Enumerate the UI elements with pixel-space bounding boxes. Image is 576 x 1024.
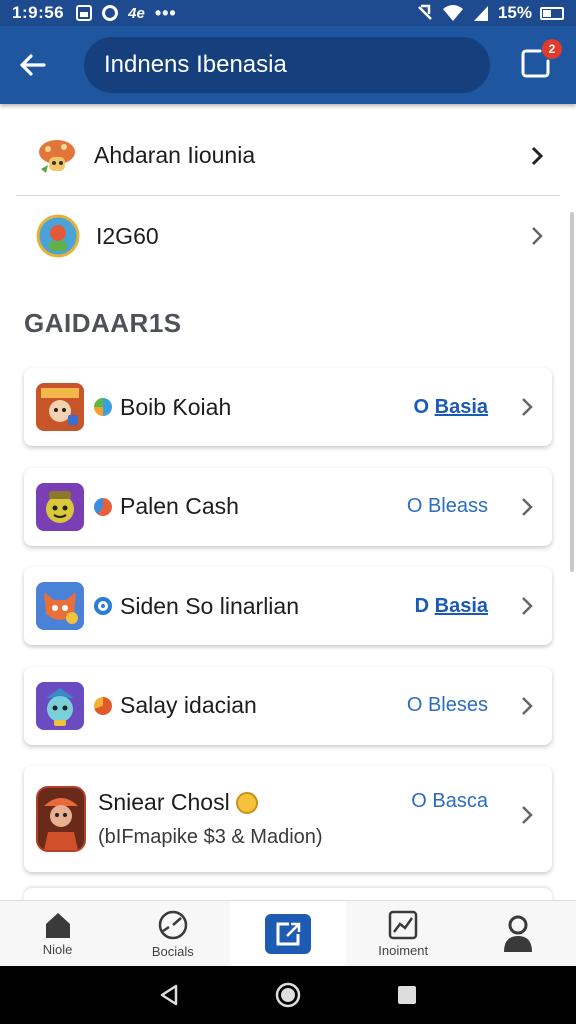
card-text-stack: Sniear Chosl (bIFmapike $3 & Madion)	[98, 789, 323, 849]
status-time: 1:9:56	[12, 3, 65, 22]
mute-icon	[418, 4, 432, 20]
mushroom-icon	[39, 139, 75, 173]
character-face-icon	[46, 687, 74, 726]
signal-icon	[473, 6, 488, 21]
system-recents-icon[interactable]	[396, 984, 418, 1006]
search-text: Indnens Ibenasia	[104, 51, 287, 78]
profile-icon	[504, 915, 533, 952]
system-back-icon[interactable]	[158, 983, 180, 1007]
back-button[interactable]	[0, 26, 64, 104]
list-item[interactable]: Palen Cash O Bleass	[24, 467, 552, 546]
app-notification-icon: 4e	[128, 4, 145, 22]
chevron-right-icon	[531, 146, 544, 165]
card-status-link[interactable]: O Basia	[414, 396, 489, 419]
nav-label: Bocials	[151, 943, 194, 959]
status-link-text: Basia	[434, 594, 488, 617]
system-nav-bar	[0, 966, 576, 1024]
nav-inoiment[interactable]: Inoiment	[346, 901, 461, 966]
nav-label: Inoiment	[378, 942, 429, 958]
status-dot-icon	[94, 597, 112, 615]
nav-bocials[interactable]: Bocials	[115, 901, 230, 966]
card-name: Salay idacian	[120, 692, 257, 718]
chevron-right-icon	[522, 398, 533, 416]
nav-profile[interactable]	[461, 901, 576, 966]
nav-share[interactable]	[230, 901, 346, 966]
top-list-label: I2G60	[96, 222, 159, 249]
list-item[interactable]: Siden So linarlian D Basia	[24, 567, 552, 645]
status-dot-icon	[94, 696, 112, 715]
top-list-item[interactable]: I2G60	[16, 196, 560, 276]
top-list-label: Ahdaran Iiounia	[94, 142, 256, 168]
chevron-right-icon	[522, 696, 533, 715]
status-system-icons: 15%	[416, 3, 564, 23]
more-notifications-icon: •••	[154, 2, 177, 23]
app-bar: Indnens Ibenasia 2	[0, 26, 576, 104]
scrollbar[interactable]	[570, 212, 574, 572]
chevron-right-icon	[532, 227, 543, 245]
card-name-row: Sniear Chosl	[98, 789, 323, 816]
back-arrow-icon	[20, 54, 46, 76]
card-status-link[interactable]: D Basia	[415, 595, 488, 618]
card-name: Palen Cash	[120, 493, 239, 519]
card-list: Boib Ƙoiah O Basia Palen Cash O Bleass S…	[24, 368, 552, 894]
card-status-link[interactable]: O Basca	[411, 790, 488, 813]
smiley-icon	[235, 791, 258, 814]
card-name: Boib Ƙoiah	[120, 393, 232, 420]
card-subtitle: (bIFmapike $3 & Madion)	[98, 826, 323, 848]
character-face-icon	[46, 490, 74, 523]
chevron-right-icon	[522, 597, 533, 615]
list-item[interactable]: Salay idacian O Bleses	[24, 666, 552, 745]
sync-notification-icon	[102, 5, 119, 21]
status-notification-icons: 4e •••	[76, 3, 177, 24]
section-title: GAIDAAR1S	[24, 308, 182, 338]
status-prefix: O	[413, 395, 430, 418]
list-item[interactable]: Boib Ƙoiah O Basia	[24, 368, 552, 446]
app-icon	[36, 681, 84, 730]
status-link-text: Basia	[434, 395, 488, 418]
status-dot-icon	[94, 497, 112, 516]
chart-icon	[388, 910, 418, 939]
character-face-icon	[41, 388, 79, 425]
card-status-link[interactable]: O Bleses	[407, 694, 488, 717]
card-name: Siden So linarlian	[120, 592, 300, 619]
list-item[interactable]: Sniear Chosl (bIFmapike $3 & Madion) O B…	[24, 766, 552, 872]
bottom-nav: Niole Bocials Inoiment	[0, 900, 576, 966]
nav-active-indicator	[265, 913, 311, 954]
nav-label: Niole	[42, 941, 73, 957]
status-dot-icon	[94, 398, 112, 416]
share-button[interactable]: 2	[520, 39, 562, 83]
app-icon	[36, 582, 84, 630]
chevron-right-icon	[522, 497, 533, 516]
top-list-item[interactable]: Ahdaran Iiounia	[16, 116, 560, 196]
search-field[interactable]: Indnens Ibenasia	[84, 37, 490, 93]
app-icon	[36, 786, 86, 852]
home-icon	[45, 912, 70, 938]
image-notification-icon	[76, 5, 93, 21]
system-home-icon[interactable]	[275, 982, 301, 1008]
wifi-icon	[442, 5, 463, 21]
badge-icon	[36, 214, 80, 258]
card-status-link[interactable]: O Bleass	[407, 495, 488, 518]
top-list: Ahdaran Iiounia I2G60	[16, 116, 560, 276]
app-icon	[36, 383, 84, 431]
character-portrait-icon	[38, 788, 84, 850]
fox-character-icon	[44, 592, 78, 624]
battery-icon	[540, 6, 564, 20]
card-name: Sniear Chosl	[98, 789, 230, 815]
app-icon	[36, 482, 84, 531]
nav-home[interactable]: Niole	[0, 901, 115, 966]
gauge-icon	[158, 910, 188, 939]
share-box-icon	[276, 922, 301, 945]
chevron-right-icon	[522, 806, 533, 824]
notification-badge: 2	[542, 39, 562, 59]
status-prefix: D	[414, 594, 430, 617]
status-bar: 1:9:56 4e ••• 15%	[0, 0, 576, 26]
battery-percent: 15%	[497, 3, 532, 22]
